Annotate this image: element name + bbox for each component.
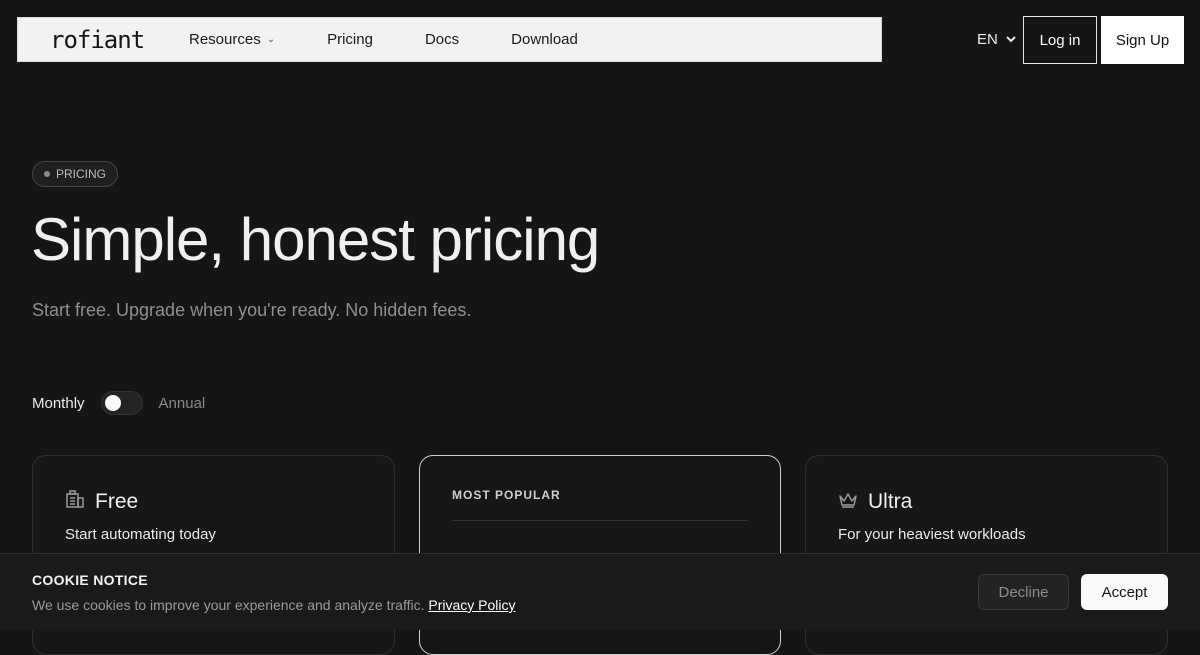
brand-logo[interactable]: rofiant <box>50 26 145 54</box>
plan-title: Ultra <box>838 490 912 514</box>
cookie-title: COOKIE NOTICE <box>32 572 148 588</box>
nav-item-label: Docs <box>424 31 460 48</box>
monthly-label[interactable]: Monthly <box>32 395 85 412</box>
page-title: Simple, honest pricing <box>31 206 600 273</box>
switch-knob <box>104 395 121 411</box>
cookie-message: We use cookies to improve your experienc… <box>32 597 516 613</box>
nav-item-pricing[interactable]: Pricing <box>327 31 373 48</box>
privacy-policy-link[interactable]: Privacy Policy <box>428 597 515 613</box>
plan-name: Ultra <box>868 490 913 513</box>
chevron-down-icon: ⌄ <box>266 34 276 45</box>
page-subtitle: Start free. Upgrade when you're ready. N… <box>32 300 472 320</box>
nav-item-resources[interactable]: Resources ⌄ <box>189 31 275 48</box>
billing-period-toggle: Monthly Annual <box>32 391 205 415</box>
nav-item-label: Pricing <box>327 31 373 48</box>
plan-tagline: Start automating today <box>65 526 216 543</box>
plan-title: Free <box>65 490 138 514</box>
language-selector[interactable]: EN <box>977 31 1016 48</box>
cookie-banner: COOKIE NOTICE We use cookies to improve … <box>0 553 1200 630</box>
crown-icon <box>838 490 858 514</box>
login-button[interactable]: Log in <box>1023 16 1097 64</box>
cookie-text: We use cookies to improve your experienc… <box>32 597 425 613</box>
badge-label: PRICING <box>56 167 107 181</box>
most-popular-label: MOST POPULAR <box>452 488 561 502</box>
chevron-down-icon <box>1006 34 1016 46</box>
dot-icon <box>44 171 50 177</box>
decline-button[interactable]: Decline <box>978 574 1069 610</box>
language-label: EN <box>977 31 998 48</box>
top-nav-bar: rofiant Resources ⌄ Pricing Docs Downloa… <box>17 17 882 62</box>
nav-item-download[interactable]: Download <box>511 31 578 48</box>
divider <box>452 520 748 521</box>
accept-button[interactable]: Accept <box>1081 574 1168 610</box>
plan-tagline: For your heaviest workloads <box>838 526 1026 543</box>
nav-item-label: Download <box>511 31 578 48</box>
building-icon <box>65 490 85 514</box>
pricing-badge: PRICING <box>32 161 119 187</box>
signup-button[interactable]: Sign Up <box>1101 16 1184 64</box>
plan-name: Free <box>95 490 139 513</box>
billing-switch[interactable] <box>100 391 143 415</box>
nav-item-docs[interactable]: Docs <box>425 31 459 48</box>
nav-item-label: Resources <box>189 31 261 48</box>
annual-label[interactable]: Annual <box>159 395 206 412</box>
